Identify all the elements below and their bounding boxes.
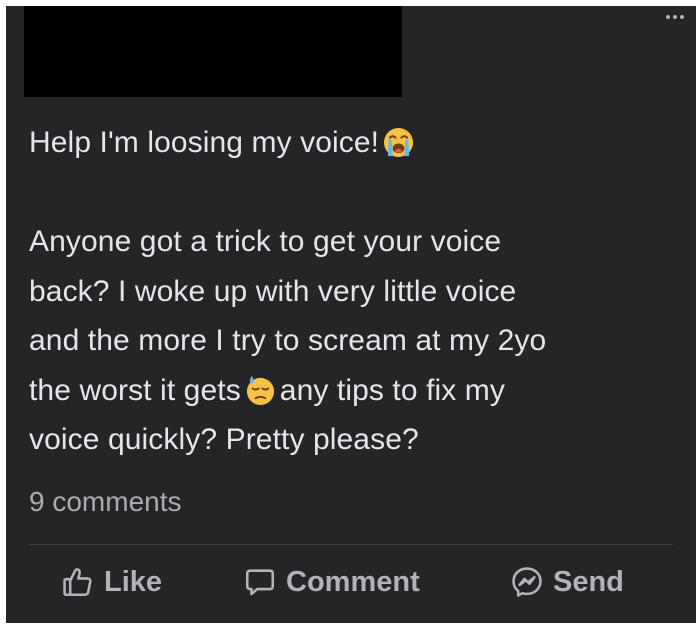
redacted-author-block xyxy=(24,6,402,97)
post-text-line-4: and the more I try to scream at my 2yo xyxy=(29,324,547,357)
divider xyxy=(29,544,673,545)
post-text-line-2: Anyone got a trick to get your voice xyxy=(29,225,502,258)
like-label: Like xyxy=(104,565,163,598)
post-line: back? I woke up with very little voice xyxy=(29,267,669,317)
post-line: Help I'm loosing my voice! xyxy=(29,118,669,168)
post-line: and the more I try to scream at my 2yo xyxy=(29,316,669,366)
send-button[interactable]: Send xyxy=(510,554,624,610)
post-card: Help I'm loosing my voice! Anyone got a … xyxy=(6,6,696,623)
more-options-icon xyxy=(666,15,670,19)
post-actions-bar: Like Comment Send xyxy=(6,554,696,610)
post-text-line-3: back? I woke up with very little voice xyxy=(29,274,517,308)
comment-label: Comment xyxy=(286,565,420,598)
comment-button[interactable]: Comment xyxy=(243,554,420,610)
post-text-line-1: Help I'm loosing my voice! xyxy=(29,126,380,159)
downcast-face-with-sweat-emoji xyxy=(246,375,274,405)
comment-bubble-icon xyxy=(245,569,275,596)
post-text-line-6: voice quickly? Pretty please? xyxy=(29,423,419,456)
comments-count-link[interactable]: 9 comments xyxy=(29,484,182,520)
send-label: Send xyxy=(553,565,624,598)
loudly-crying-face-emoji xyxy=(384,127,414,158)
thumbs-up-icon xyxy=(63,568,92,597)
post-text-line-5b: any tips to fix my xyxy=(279,373,506,407)
post-text: Help I'm loosing my voice! Anyone got a … xyxy=(29,118,669,465)
messenger-icon xyxy=(512,567,542,597)
more-options-button[interactable] xyxy=(666,10,684,24)
post-line: voice quickly? Pretty please? xyxy=(29,415,669,465)
like-button[interactable]: Like xyxy=(61,554,162,610)
post-text-line-5a: the worst it gets xyxy=(29,373,241,407)
post-line: the worst it gets any tips to fix my xyxy=(29,366,669,416)
post-line: Anyone got a trick to get your voice xyxy=(29,217,669,267)
